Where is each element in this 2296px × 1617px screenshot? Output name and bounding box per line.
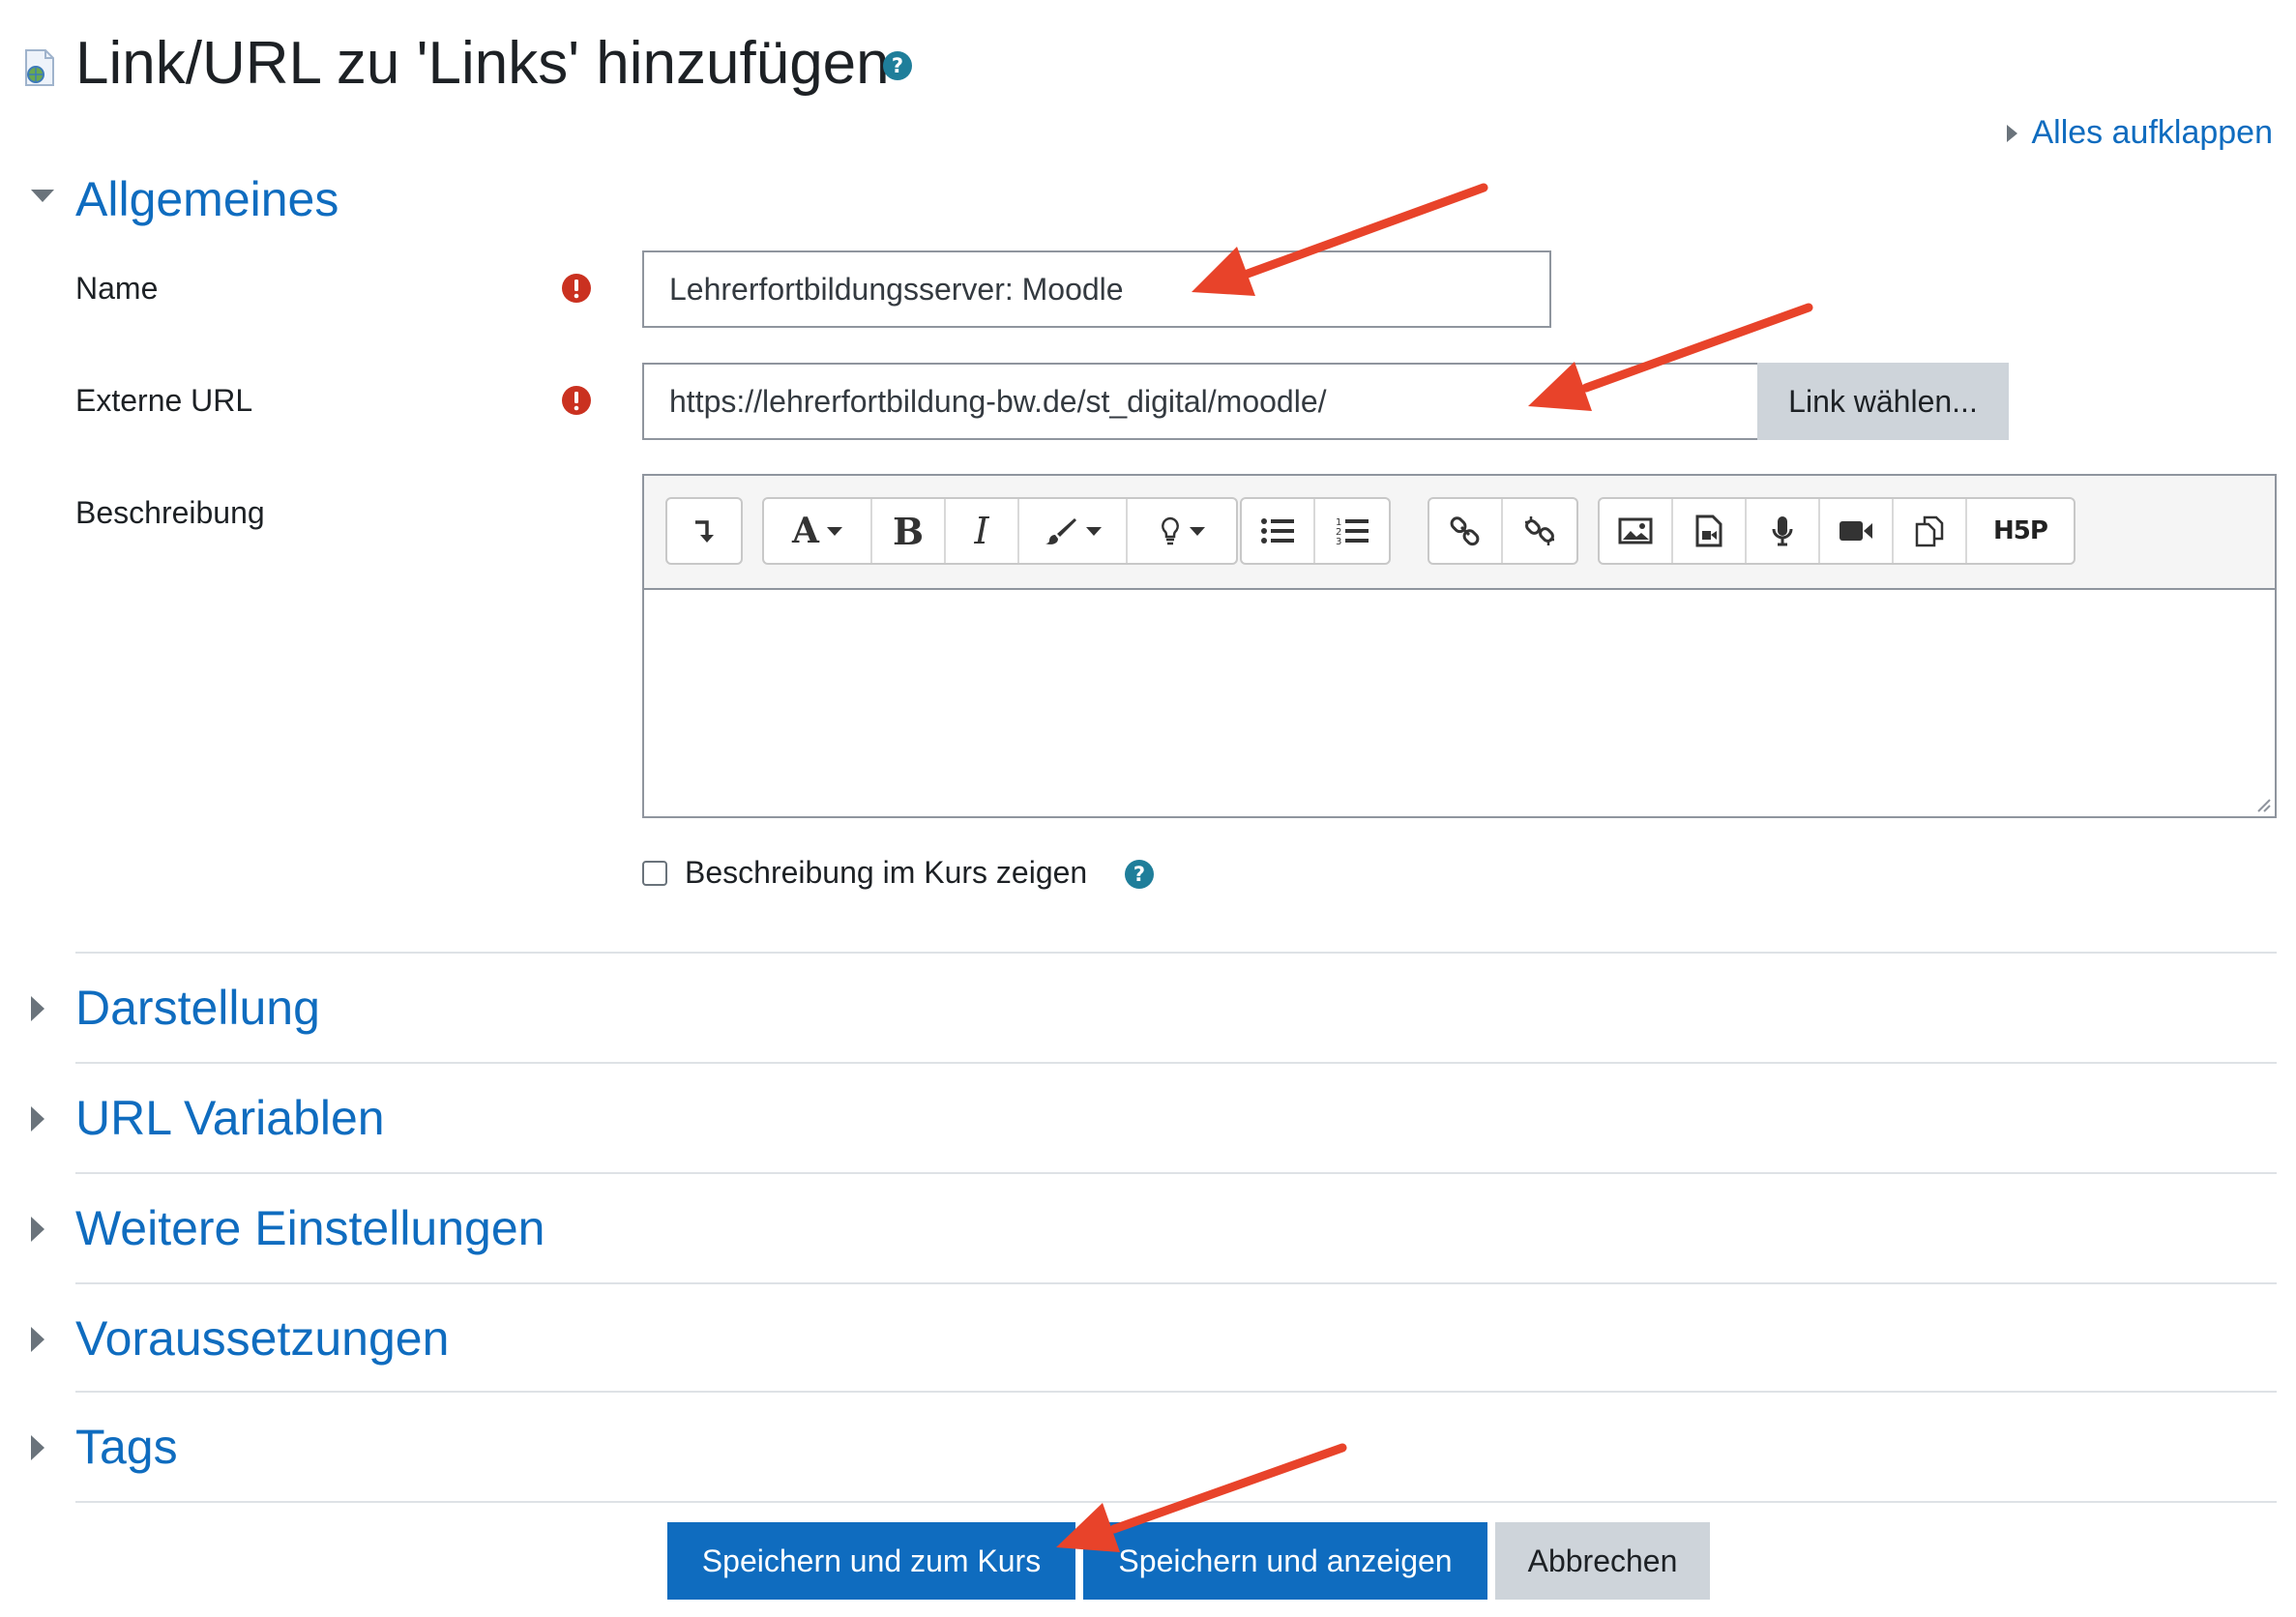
section-general-header[interactable]: Allgemeines [75, 170, 339, 228]
h5p-label: H5P [1993, 516, 2048, 545]
section-more-settings-header[interactable]: Weitere Einstellungen [75, 1199, 545, 1257]
section-divider [75, 1282, 2277, 1284]
toolbar-group-links [1428, 497, 1578, 565]
unlink-icon[interactable] [1503, 499, 1576, 563]
save-and-display-button[interactable]: Speichern und anzeigen [1083, 1522, 1487, 1600]
chevron-right-icon [2007, 124, 2018, 142]
section-divider [75, 1172, 2277, 1174]
chevron-right-icon[interactable] [31, 996, 44, 1021]
save-and-return-button[interactable]: Speichern und zum Kurs [667, 1522, 1075, 1600]
expand-all-link[interactable]: Alles aufklappen [2007, 114, 2273, 152]
unordered-list-icon[interactable] [1242, 499, 1315, 563]
editor-toolbar: A B I 123 H5P [644, 476, 2275, 590]
section-tags-header[interactable]: Tags [75, 1418, 178, 1476]
external-url-label: Externe URL [75, 383, 253, 418]
chevron-right-icon[interactable] [31, 1106, 44, 1132]
show-description-checkbox[interactable] [642, 861, 667, 886]
lightbulb-icon[interactable] [1128, 499, 1236, 563]
video-icon[interactable] [1820, 499, 1894, 563]
chevron-right-icon[interactable] [31, 1217, 44, 1242]
paintbrush-icon[interactable] [1019, 499, 1128, 563]
manage-files-icon[interactable] [1894, 499, 1967, 563]
page-title: Link/URL zu 'Links' hinzufügen [75, 30, 890, 97]
toolbar-group-lists: 123 [1240, 497, 1391, 565]
svg-text:3: 3 [1336, 537, 1341, 546]
help-icon[interactable]: ? [1124, 859, 1155, 890]
collapse-icon[interactable] [667, 499, 741, 563]
section-divider [75, 1062, 2277, 1064]
microphone-icon[interactable] [1747, 499, 1820, 563]
chevron-right-icon[interactable] [31, 1327, 44, 1352]
description-editor: A B I 123 H5P [642, 474, 2277, 818]
section-divider [75, 1391, 2277, 1393]
editor-content-area[interactable] [644, 590, 2275, 816]
required-icon [562, 386, 591, 415]
section-appearance-header[interactable]: Darstellung [75, 979, 320, 1037]
resize-handle-icon[interactable] [2253, 795, 2271, 812]
expand-all-label: Alles aufklappen [2031, 114, 2273, 151]
toolbar-group-media: H5P [1598, 497, 2075, 565]
svg-text:?: ? [1133, 863, 1145, 886]
chevron-down-icon[interactable] [31, 190, 54, 202]
show-description-label: Beschreibung im Kurs zeigen [685, 855, 1088, 890]
media-icon[interactable] [1673, 499, 1747, 563]
italic-icon[interactable]: I [946, 499, 1019, 563]
link-icon[interactable] [1429, 499, 1503, 563]
url-module-icon [25, 49, 54, 86]
toolbar-group-formatting: A B I [762, 497, 1238, 565]
h5p-icon[interactable]: H5P [1967, 499, 2074, 563]
section-restrictions-header[interactable]: Voraussetzungen [75, 1309, 449, 1367]
font-style-icon[interactable]: A [764, 499, 872, 563]
choose-link-button[interactable]: Link wählen... [1757, 363, 2009, 440]
image-icon[interactable] [1600, 499, 1673, 563]
chevron-right-icon[interactable] [31, 1435, 44, 1460]
bold-icon[interactable]: B [872, 499, 946, 563]
section-url-variables-header[interactable]: URL Variablen [75, 1089, 385, 1147]
name-label: Name [75, 271, 159, 306]
required-icon [562, 274, 591, 303]
external-url-input[interactable]: https://lehrerfortbildung-bw.de/st_digit… [642, 363, 1759, 440]
cancel-button[interactable]: Abbrechen [1495, 1522, 1710, 1600]
section-divider [75, 1501, 2277, 1503]
toolbar-group-collapse [665, 497, 743, 565]
help-icon[interactable]: ? [882, 50, 913, 81]
description-label: Beschreibung [75, 495, 265, 530]
svg-text:?: ? [892, 54, 903, 77]
ordered-list-icon[interactable]: 123 [1315, 499, 1389, 563]
section-divider [75, 952, 2277, 954]
name-input[interactable]: Lehrerfortbildungsserver: Moodle [642, 250, 1551, 328]
